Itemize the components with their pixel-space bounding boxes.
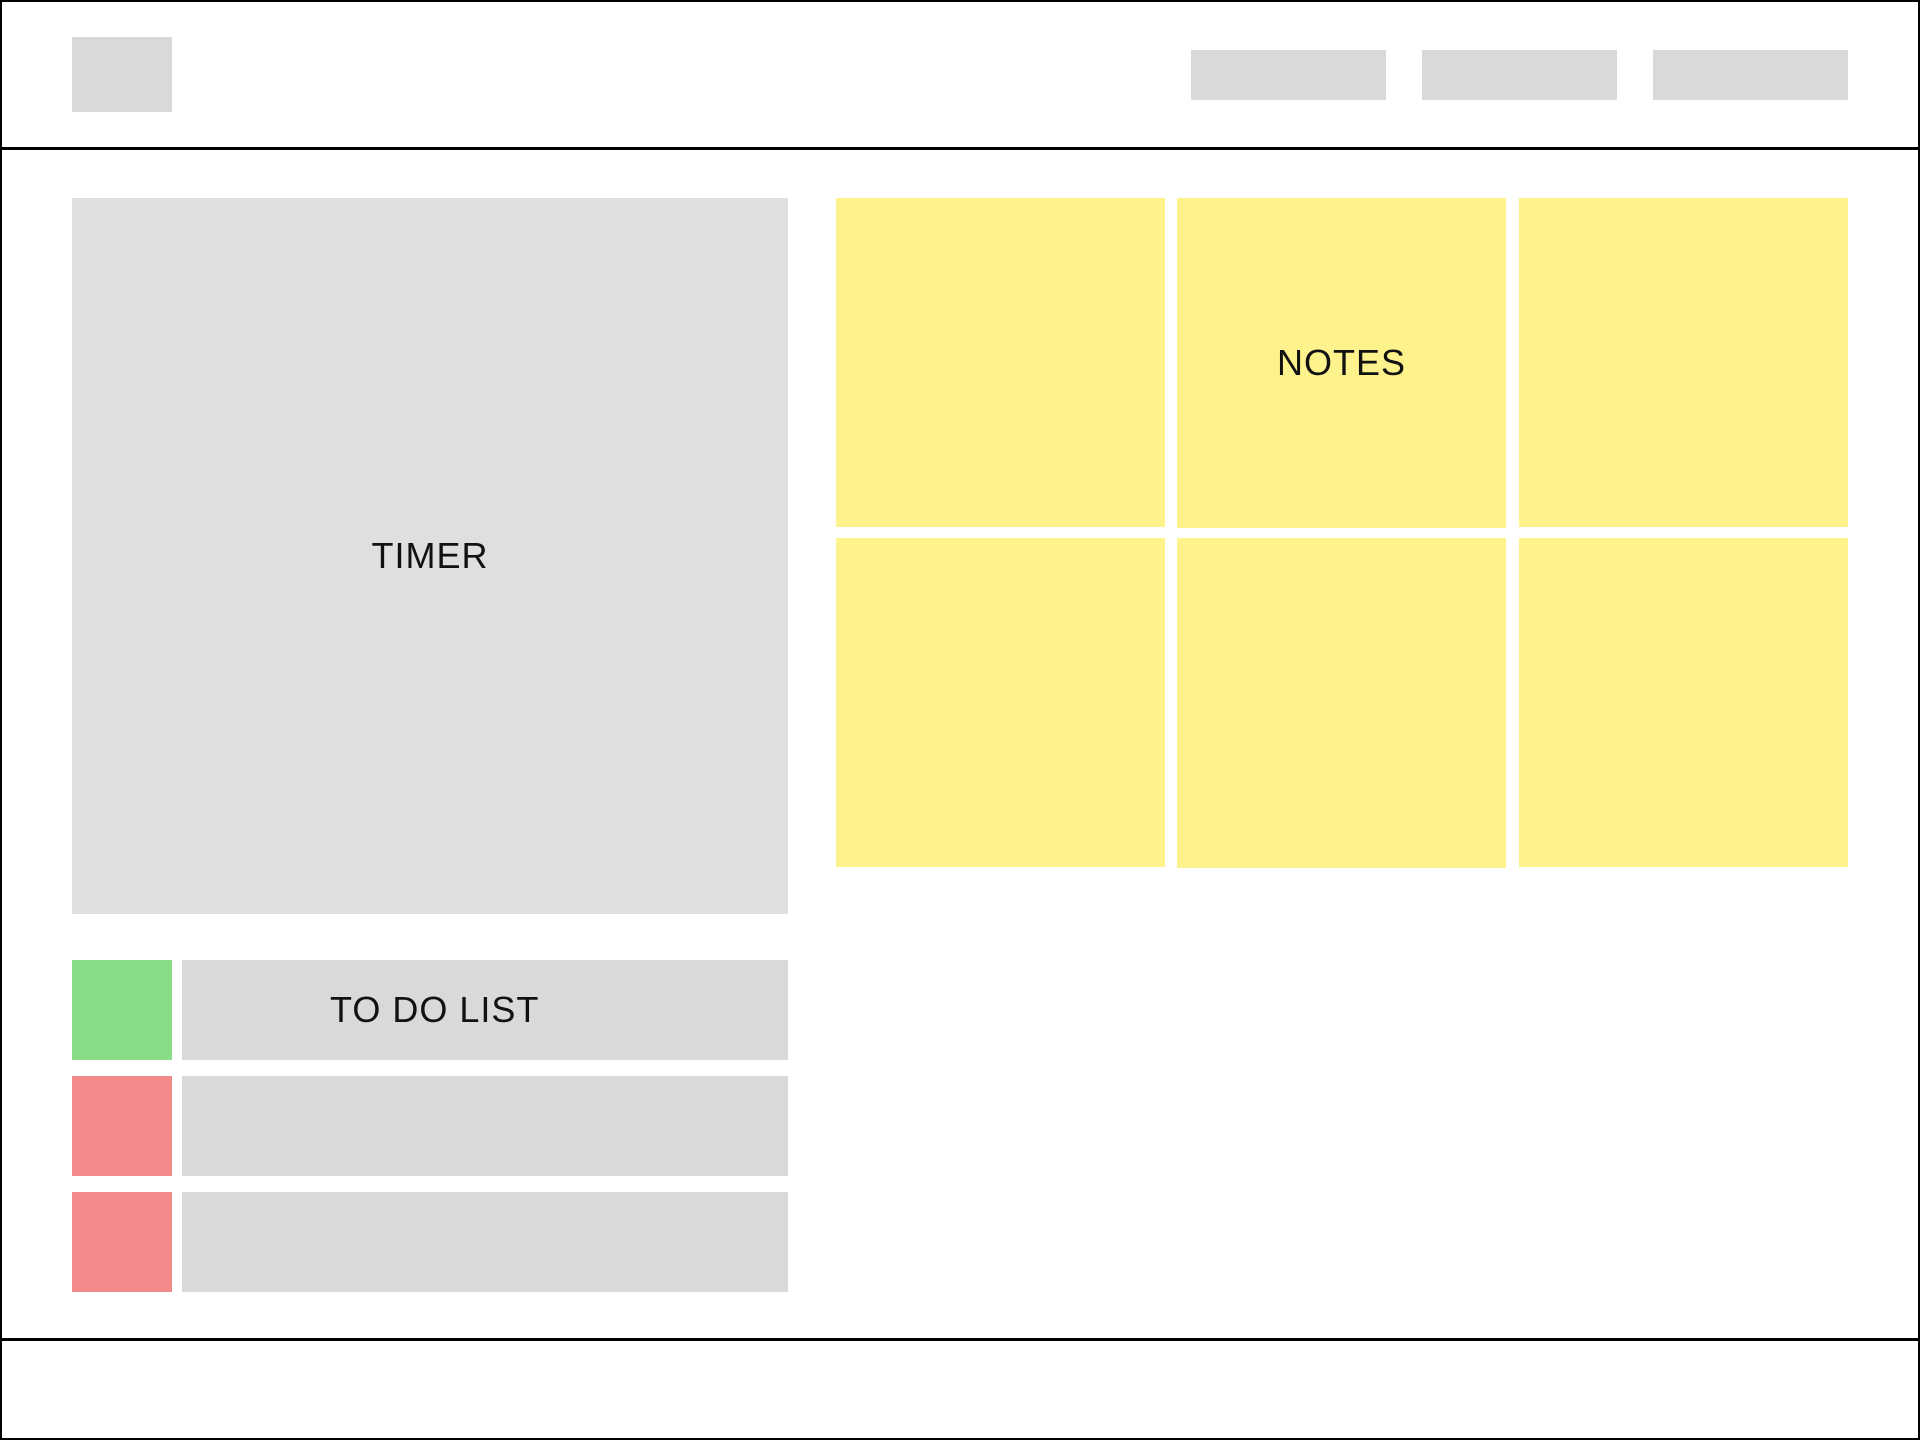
todo-checkbox-done[interactable] (72, 960, 172, 1060)
todo-item-2[interactable] (182, 1076, 788, 1176)
todo-item-1[interactable]: TO DO LIST (182, 960, 788, 1060)
note-card-1[interactable] (836, 198, 1165, 527)
todo-list-label: TO DO LIST (330, 989, 540, 1030)
nav-item-3[interactable] (1653, 50, 1848, 100)
todo-checkbox-pending[interactable] (72, 1076, 172, 1176)
logo-placeholder[interactable] (72, 37, 172, 112)
todo-item-3[interactable] (182, 1192, 788, 1292)
notes-label: NOTES (1276, 342, 1406, 383)
timer-panel[interactable]: TIMER (72, 198, 788, 914)
footer (0, 1338, 1920, 1440)
header (0, 0, 1920, 150)
todo-checkbox-pending[interactable] (72, 1192, 172, 1292)
note-card-5[interactable] (1177, 538, 1506, 868)
nav-item-2[interactable] (1422, 50, 1617, 100)
note-card-6[interactable] (1519, 538, 1848, 867)
timer-label: TIMER (371, 535, 489, 576)
note-card-4[interactable] (836, 538, 1165, 867)
note-card-3[interactable] (1519, 198, 1848, 527)
note-card-2[interactable]: NOTES (1177, 198, 1506, 528)
nav-item-1[interactable] (1191, 50, 1386, 100)
